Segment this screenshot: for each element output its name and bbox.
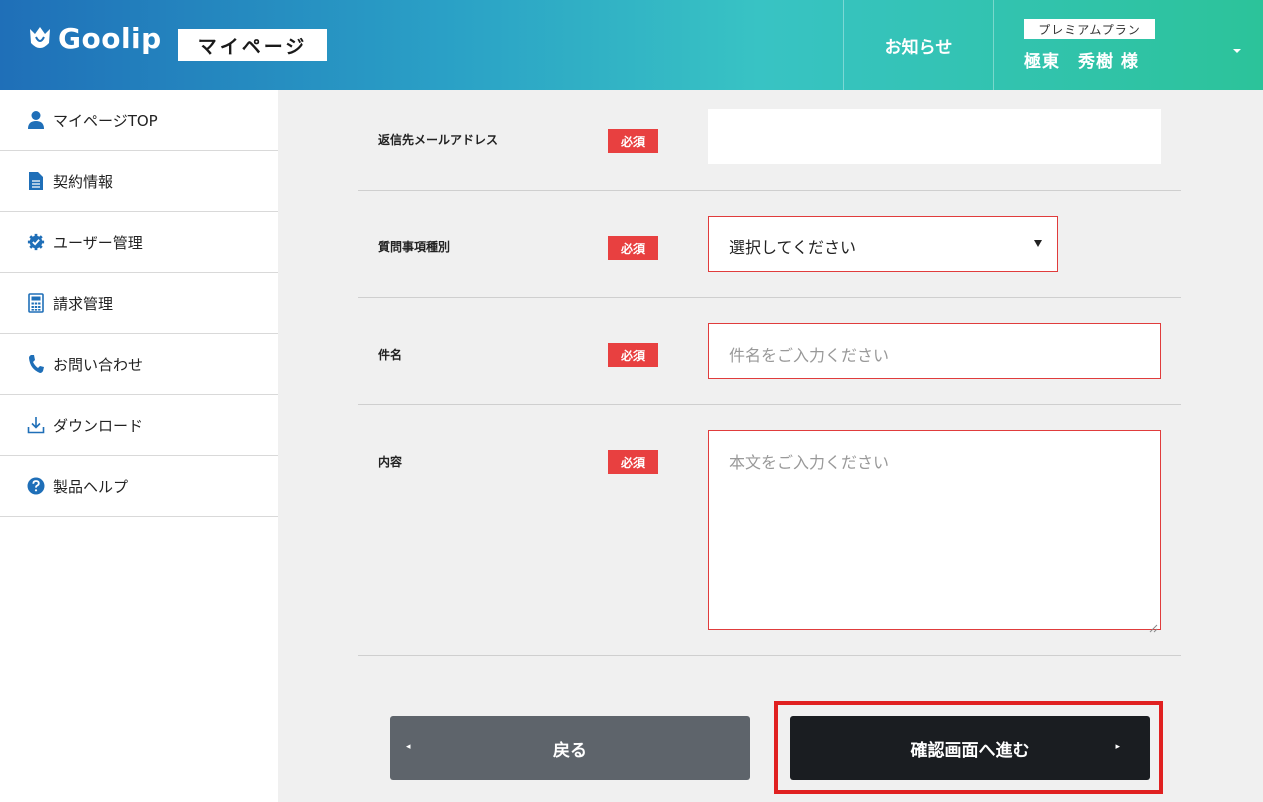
back-button-label: 戻る — [553, 740, 587, 761]
subject-label: 件名 — [378, 348, 403, 362]
plan-badge: プレミアムプラン — [1024, 19, 1155, 39]
tulip-logo-icon — [28, 25, 52, 53]
sidebar-item-label: 請求管理 — [53, 294, 114, 313]
sidebar-item-help[interactable]: 製品ヘルプ — [0, 456, 278, 517]
help-icon — [27, 476, 45, 496]
row-divider — [358, 404, 1181, 405]
sidebar-item-label: 契約情報 — [53, 172, 114, 191]
row-divider — [358, 655, 1181, 656]
logo[interactable]: Goolip — [28, 22, 162, 55]
mypage-badge: マイページ — [178, 29, 327, 61]
row-divider — [358, 190, 1181, 191]
logo-text: Goolip — [58, 22, 162, 55]
question-type-selected: 選択してください — [729, 238, 857, 257]
back-button[interactable]: ◂ 戻る — [390, 716, 750, 780]
sidebar-item-mypage-top[interactable]: マイページTOP — [0, 90, 278, 151]
confirm-next-button[interactable]: 確認画面へ進む ▸ — [790, 716, 1150, 780]
subject-input[interactable]: 件名をご入力ください — [708, 323, 1161, 379]
sidebar-item-label: マイページTOP — [53, 111, 158, 130]
notice-link[interactable]: お知らせ — [844, 0, 993, 90]
user-name[interactable]: 極東 秀樹 様 — [1024, 47, 1139, 72]
required-badge: 必須 — [608, 450, 658, 474]
reply-email-field[interactable] — [708, 109, 1161, 164]
row-divider — [358, 297, 1181, 298]
sidebar-item-users[interactable]: ユーザー管理 — [0, 212, 278, 273]
question-type-label: 質問事項種別 — [378, 240, 451, 254]
sidebar-item-label: お問い合わせ — [53, 355, 144, 374]
sidebar-item-label: ダウンロード — [53, 416, 144, 435]
content-textarea[interactable]: 本文をご入力ください — [708, 430, 1161, 633]
confirm-next-button-label: 確認画面へ進む — [910, 740, 1030, 761]
gear-check-icon — [27, 232, 45, 252]
sidebar-item-contact[interactable]: お問い合わせ — [0, 334, 278, 395]
chevron-right-icon: ▸ — [1115, 742, 1120, 752]
sidebar-item-label: 製品ヘルプ — [53, 477, 129, 496]
required-badge: 必須 — [608, 129, 658, 153]
sidebar: マイページTOP 契約情報 ユーザー管理 請求管理 お問い合わせ ダウンロード — [0, 90, 278, 802]
caret-down-icon — [1034, 240, 1042, 247]
subject-placeholder: 件名をご入力ください — [729, 346, 890, 365]
user-icon — [27, 110, 45, 130]
required-badge: 必須 — [608, 236, 658, 260]
sidebar-item-contract[interactable]: 契約情報 — [0, 151, 278, 212]
content-placeholder: 本文をご入力ください — [729, 453, 890, 472]
phone-icon — [27, 354, 45, 374]
sidebar-item-label: ユーザー管理 — [53, 233, 143, 252]
sidebar-item-billing[interactable]: 請求管理 — [0, 273, 278, 334]
question-type-select[interactable]: 選択してください — [708, 216, 1058, 272]
header-divider — [993, 0, 994, 90]
chevron-left-icon: ◂ — [406, 742, 411, 752]
content-label: 内容 — [378, 455, 403, 469]
sidebar-item-download[interactable]: ダウンロード — [0, 395, 278, 456]
reply-email-label: 返信先メールアドレス — [378, 133, 499, 147]
document-icon — [27, 171, 45, 191]
chevron-down-icon[interactable] — [1232, 40, 1242, 53]
download-icon — [27, 415, 45, 435]
header-bar: Goolip マイページ お知らせ プレミアムプラン 極東 秀樹 様 — [0, 0, 1263, 90]
calculator-icon — [27, 293, 45, 313]
resize-grip-icon[interactable] — [1149, 618, 1158, 633]
required-badge: 必須 — [608, 343, 658, 367]
